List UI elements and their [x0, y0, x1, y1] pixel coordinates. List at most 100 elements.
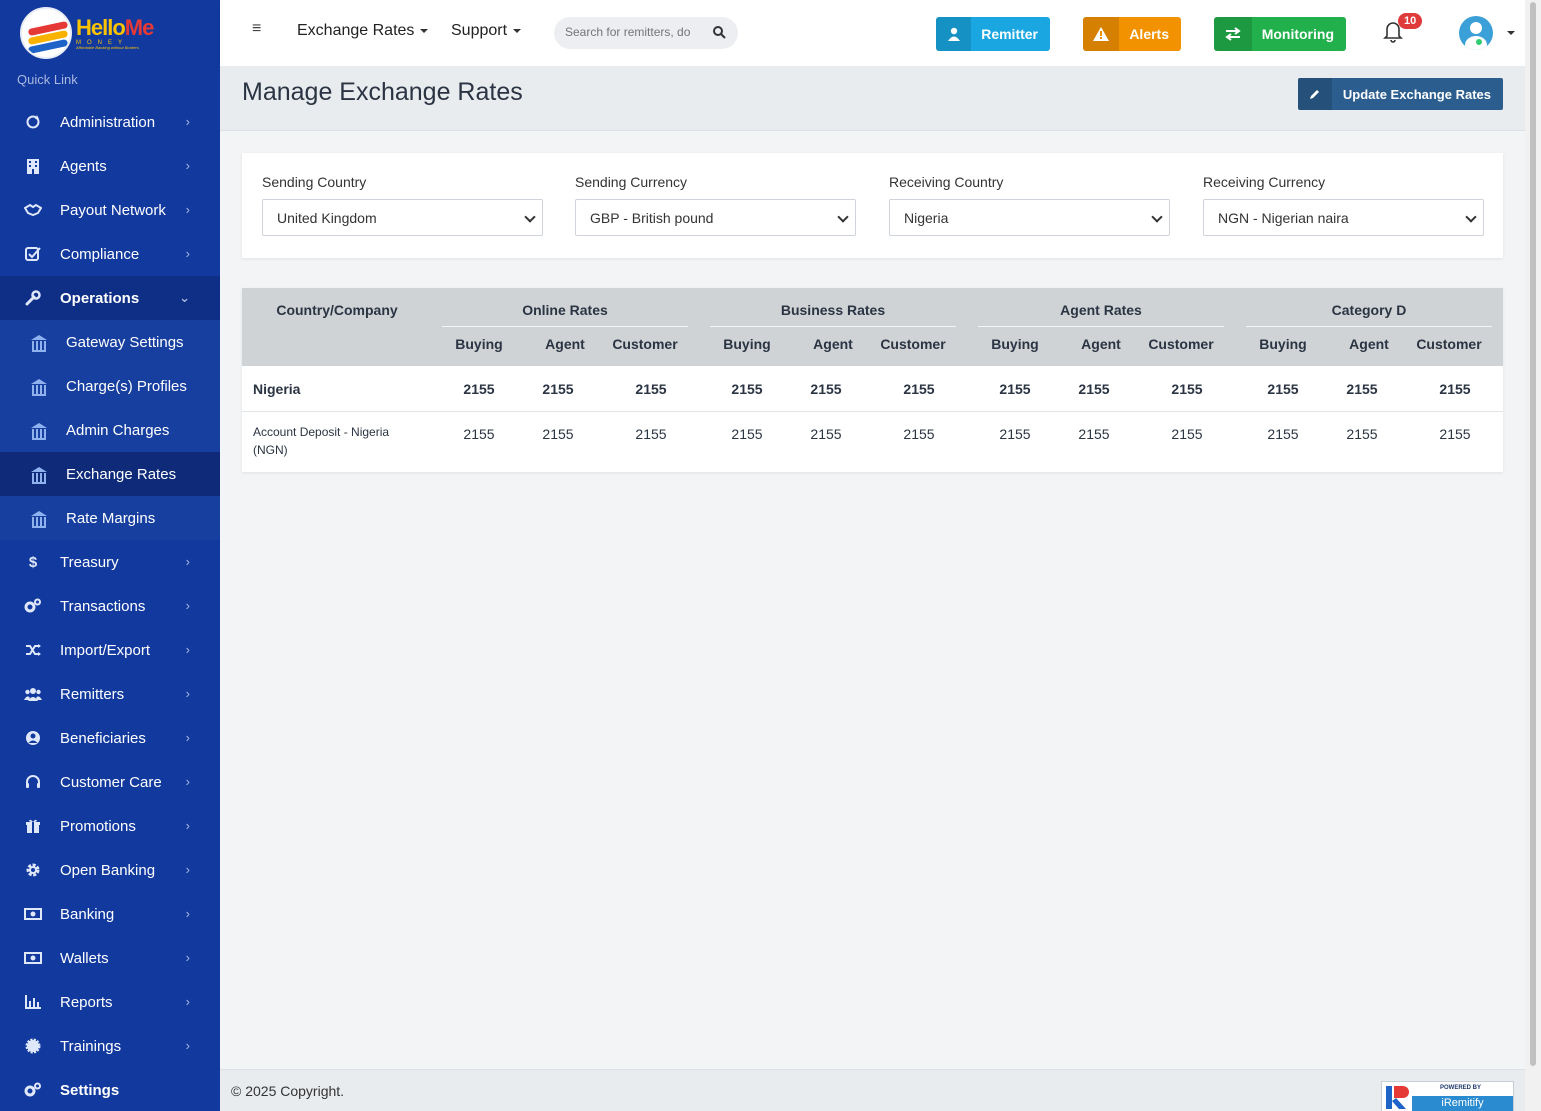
receiving-country-select[interactable]: Nigeria	[889, 199, 1170, 236]
chevron-right-icon: ›	[185, 598, 190, 613]
sidebar-item-customer-care[interactable]: Customer Care ›	[0, 760, 220, 804]
remitter-button[interactable]: Remitter	[936, 17, 1050, 51]
sidebar-item-label: Customer Care	[60, 773, 162, 791]
powered-by-badge[interactable]: POWERED BY iRemitify	[1381, 1081, 1514, 1111]
search-box	[554, 17, 738, 49]
sidebar-item-reports[interactable]: Reports ›	[0, 980, 220, 1024]
handshake-icon	[24, 201, 42, 219]
sidebar-item-label: Operations	[60, 289, 140, 307]
check-square-icon	[24, 245, 42, 263]
rate-cell: 2155	[903, 426, 935, 442]
vertical-scrollbar[interactable]	[1525, 0, 1541, 1111]
subcol-business-agent: Agent	[813, 336, 853, 352]
chevron-right-icon: ›	[185, 114, 190, 129]
group-divider	[442, 326, 688, 327]
chevron-down-icon	[524, 211, 536, 223]
rate-cell: 2155	[1346, 381, 1378, 397]
sidebar-item-label: Transactions	[60, 597, 146, 615]
sidebar-item-transactions[interactable]: Transactions ›	[0, 584, 220, 628]
update-exchange-rates-button[interactable]: Update Exchange Rates	[1297, 78, 1503, 110]
receiving-country-group: Receiving Country Nigeria	[889, 174, 1170, 236]
column-header-country-company: Country/Company	[276, 302, 398, 318]
subcol-agent-customer: Customer	[1148, 336, 1214, 352]
receiving-country-value: Nigeria	[904, 209, 949, 226]
sending-country-label: Sending Country	[262, 174, 367, 190]
chevron-right-icon: ›	[185, 994, 190, 1009]
sidebar-item-payout-network[interactable]: Payout Network ›	[0, 188, 220, 232]
sidebar-subitem-rate-margins[interactable]: Rate Margins	[0, 496, 220, 540]
search-input[interactable]	[565, 25, 695, 39]
avatar-caret-down-icon[interactable]	[1507, 31, 1515, 35]
sidebar-item-remitters[interactable]: Remitters ›	[0, 672, 220, 716]
sidebar-item-settings[interactable]: Settings	[0, 1068, 220, 1111]
sidebar-item-label: Banking	[60, 905, 115, 923]
money-icon	[24, 949, 42, 967]
row-label-account-deposit: Account Deposit - Nigeria (NGN)	[253, 425, 390, 457]
chevron-down-icon	[1465, 211, 1477, 223]
sidebar-subitem-admin-charges[interactable]: Admin Charges	[0, 408, 220, 452]
cogs-icon	[24, 1081, 42, 1099]
sidebar-subitem-charge-profiles[interactable]: Charge(s) Profiles	[0, 364, 220, 408]
sidebar-subitem-label: Gateway Settings	[66, 333, 184, 351]
menu-support-label: Support	[451, 22, 508, 39]
bank-icon	[30, 509, 48, 528]
update-exchange-rates-label: Update Exchange Rates	[1342, 86, 1491, 102]
sidebar-item-label: Remitters	[60, 685, 125, 703]
chevron-right-icon: ›	[185, 730, 190, 745]
sidebar-item-label: Payout Network	[60, 201, 166, 219]
brand-logo[interactable]: HelloMe MONEY Affordable Banking without…	[0, 0, 220, 66]
monitoring-button[interactable]: Monitoring	[1214, 17, 1346, 51]
menu-support[interactable]: Support	[451, 22, 522, 40]
sending-currency-select[interactable]: GBP - British pound	[575, 199, 856, 236]
rate-cell: 2155	[731, 381, 763, 397]
group-divider	[710, 326, 956, 327]
receiving-currency-select[interactable]: NGN - Nigerian naira	[1203, 199, 1484, 236]
sidebar-item-open-banking[interactable]: Open Banking ›	[0, 848, 220, 892]
sidebar-item-compliance[interactable]: Compliance ›	[0, 232, 220, 276]
sidebar-subitem-exchange-rates[interactable]: Exchange Rates	[0, 452, 220, 496]
caret-down-icon	[420, 28, 429, 33]
scrollbar-thumb[interactable]	[1530, 2, 1536, 1066]
logo-emblem-icon	[20, 7, 72, 59]
menu-exchange-rates[interactable]: Exchange Rates	[297, 22, 429, 40]
rate-cell: 2155	[542, 426, 574, 442]
sidebar-item-operations[interactable]: Operations ⌄	[0, 276, 220, 320]
sidebar-item-beneficiaries[interactable]: Beneficiaries ›	[0, 716, 220, 760]
sending-currency-group: Sending Currency GBP - British pound	[575, 174, 856, 236]
sending-country-select[interactable]: United Kingdom	[262, 199, 543, 236]
sidebar-subitem-label: Admin Charges	[66, 421, 170, 439]
sidebar-item-banking[interactable]: Banking ›	[0, 892, 220, 936]
sidebar-subitem-gateway-settings[interactable]: Gateway Settings	[0, 320, 220, 364]
rate-cell: 2155	[1439, 381, 1471, 397]
search-icon[interactable]	[712, 25, 726, 39]
sidebar-item-import-export[interactable]: Import/Export ›	[0, 628, 220, 672]
headset-icon	[24, 773, 42, 791]
sidebar-item-trainings[interactable]: Trainings ›	[0, 1024, 220, 1068]
chevron-right-icon: ›	[185, 642, 190, 657]
online-status-dot	[1475, 38, 1483, 46]
rate-cell: 2155	[463, 426, 495, 442]
hamburger-menu-icon[interactable]: ≡	[252, 20, 261, 38]
sidebar-item-label: Wallets	[60, 949, 109, 967]
subcol-categoryd-customer: Customer	[1416, 336, 1482, 352]
sidebar-item-agents[interactable]: Agents ›	[0, 144, 220, 188]
rate-cell: 2155	[1267, 381, 1299, 397]
sidebar-item-administration[interactable]: Administration ›	[0, 100, 220, 144]
cogs-icon	[24, 597, 42, 615]
rate-cell: 2155	[810, 426, 842, 442]
sidebar-item-wallets[interactable]: Wallets ›	[0, 936, 220, 980]
group-divider	[978, 326, 1224, 327]
exchange-arrows-icon	[1214, 17, 1252, 51]
group-header-agent-rates: Agent Rates	[1060, 302, 1142, 318]
refresh-icon	[24, 113, 42, 131]
alerts-button[interactable]: Alerts	[1083, 17, 1181, 51]
sidebar-item-treasury[interactable]: $ Treasury ›	[0, 540, 220, 584]
subcol-business-buying: Buying	[723, 336, 771, 352]
table-header: Country/Company Online Rates Buying Agen…	[242, 288, 1503, 366]
subcol-online-customer: Customer	[612, 336, 678, 352]
menu-exchange-rates-label: Exchange Rates	[297, 22, 415, 39]
logo-word-b: Me	[124, 14, 155, 40]
row-label-nigeria: Nigeria	[253, 381, 301, 397]
rate-cell: 2155	[1267, 426, 1299, 442]
sidebar-item-promotions[interactable]: Promotions ›	[0, 804, 220, 848]
